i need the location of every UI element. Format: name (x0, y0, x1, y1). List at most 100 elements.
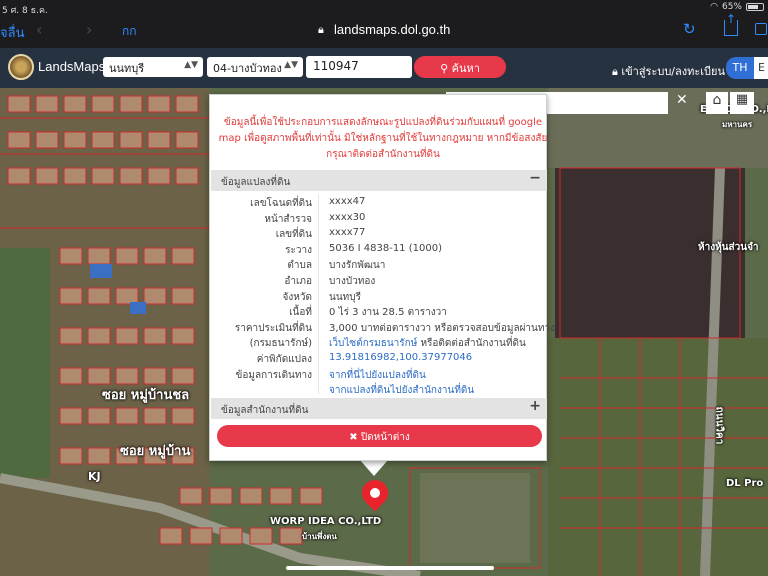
info-row: ระวาง 5036 I 4838-11 (1000) (211, 241, 547, 257)
info-label: เนื้อที่ (289, 307, 312, 319)
info-link[interactable]: จากแปลงที่ดินไปยังสำนักงานที่ดิน (329, 385, 474, 396)
grid-icon[interactable]: ▦ (730, 92, 754, 114)
info-row: ข้อมูลการเดินทาง จากที่นี่ไปยังแปลงที่ดิน (211, 366, 547, 382)
info-value: 13.91816982,100.37977046 (329, 350, 472, 363)
search-button[interactable]: ⚲ ค้นหา (414, 56, 506, 78)
battery-percent: 65% (721, 2, 742, 12)
info-row: ราคาประเมินที่ดิน 3,000 บาทต่อตารางวา หรื… (211, 319, 555, 335)
info-value: xxxx77 (329, 227, 366, 239)
parcel-info-title: ข้อมูลแปลงที่ดิน (221, 177, 291, 188)
collapse-icon[interactable]: − (529, 170, 541, 186)
info-label: ตำบล (287, 260, 312, 272)
reader-button[interactable]: กก (122, 22, 137, 41)
info-row: จากแปลงที่ดินไปยังสำนักงานที่ดิน (211, 381, 547, 397)
info-row: ตำบล บางรักพัฒนา (211, 256, 547, 272)
info-value: เว็บไซต์กรมธนารักษ์ หรือติดต่อสำนักงานที… (329, 334, 526, 351)
info-suffix: หรือติดต่อสำนักงานที่ดิน (417, 338, 526, 350)
map-label-worp-sub: บ้านพึ่งตน (302, 532, 337, 541)
info-row: อำเภอ บางบัวทอง (211, 272, 547, 288)
map-label-shop: ห้างหุ้นส่วนจำ (698, 242, 759, 253)
info-label: จังหวัด (282, 291, 312, 303)
info-row: เลขโฉนดที่ดิน xxxx47 (211, 194, 547, 210)
info-value: xxxx30 (329, 211, 366, 223)
info-label: หน้าสำรวจ (264, 213, 312, 225)
battery-icon (746, 3, 764, 11)
info-label: เลขโฉนดที่ดิน (250, 198, 312, 209)
close-popup-button[interactable]: ✖ ปิดหน้าต่าง (217, 425, 542, 447)
map-label-road: ถนนวิคา (713, 406, 725, 445)
land-office-title: ข้อมูลสำนักงานที่ดิน (221, 405, 309, 416)
info-link[interactable]: 13.91816982,100.37977046 (329, 352, 472, 363)
info-row: เลขที่ดิน xxxx77 (211, 225, 547, 241)
status-indicators: ◠ 65% (710, 2, 764, 12)
map-label-tech-sub: มหานคร (722, 120, 753, 129)
info-link[interactable]: เว็บไซต์กรมธนารักษ์ (329, 338, 417, 349)
info-label: อำเภอ (284, 275, 312, 287)
info-link[interactable]: จากที่นี่ไปยังแปลงที่ดิน (329, 370, 426, 381)
forward-arrow-icon[interactable]: › (86, 20, 92, 39)
info-label: (กรมธนารักษ์) (249, 338, 312, 350)
map-label-dl: DL Pro (726, 478, 764, 489)
expand-icon[interactable]: + (529, 398, 541, 414)
map-label-soi2: ซอย หมู่บ้าน (120, 444, 191, 459)
lang-th-button[interactable]: TH (726, 57, 754, 79)
wifi-icon: ◠ (710, 2, 718, 12)
info-value: บางบัวทอง (329, 275, 376, 287)
reload-icon[interactable]: ↻ (683, 20, 696, 38)
app-header: LandsMaps นนทบุรี ▲▼ 04-บางบัวทอง ▲▼ 110… (0, 48, 768, 88)
popup-caret (360, 460, 388, 476)
dol-logo (8, 54, 34, 80)
lang-en-button[interactable]: E (754, 57, 768, 79)
back-to-app-link[interactable]: จลื่น (0, 22, 24, 43)
map-label-kj: KJ (88, 470, 101, 483)
parcel-info-popup: ข้อมูลนี้เพื่อใช้ประกอบการแสดงลักษณะรูปแ… (209, 94, 555, 461)
parcel-number-input[interactable]: 110947 (306, 56, 412, 78)
status-time: 5 ศ. 8 ธ.ค. (2, 6, 48, 16)
info-row: จังหวัด นนทบุรี (211, 288, 547, 304)
home-indicator (286, 566, 494, 570)
search-button-label: ค้นหา (451, 62, 480, 75)
info-label: ราคาประเมินที่ดิน (234, 322, 312, 334)
lock-icon: 🔒︎ (318, 23, 324, 36)
info-label: เลขที่ดิน (275, 229, 312, 241)
login-link[interactable]: 🔒︎ เข้าสู่ระบบ/ลงทะเบียน (612, 62, 725, 80)
close-icon[interactable]: ✕ (676, 92, 688, 108)
info-row: เนื้อที่ 0 ไร่ 3 งาน 28.5 ตารางวา (211, 303, 547, 319)
disclaimer-text: ข้อมูลนี้เพื่อใช้ประกอบการแสดงลักษณะรูปแ… (218, 117, 548, 160)
screen: 5 ศ. 8 ธ.ค. ◠ 65% จลื่น ‹ › กก 🔒︎ landsm… (0, 0, 768, 576)
info-value: xxxx47 (329, 196, 366, 207)
app-name: LandsMaps (38, 59, 106, 74)
land-office-header[interactable]: ข้อมูลสำนักงานที่ดิน + (211, 398, 547, 419)
map-label-worp: WORP IDEA CO.,LTD (270, 516, 382, 527)
info-value: นนทบุรี (329, 291, 361, 303)
info-value: บางรักพัฒนา (329, 260, 386, 272)
url-bar[interactable]: landsmaps.dol.go.th (334, 22, 450, 37)
lock-icon: 🔒︎ (612, 65, 622, 78)
share-icon[interactable] (724, 12, 738, 36)
select-chevron-icon: ▲▼ (184, 60, 198, 70)
info-label: ข้อมูลการเดินทาง (235, 369, 312, 381)
district-value: 04-บางบัวทอง (213, 62, 282, 75)
info-row: (กรมธนารักษ์) เว็บไซต์กรมธนารักษ์ หรือติด… (211, 334, 547, 350)
info-row: หน้าสำรวจ xxxx30 (211, 210, 547, 226)
search-icon: ⚲ (440, 62, 452, 75)
tabs-icon[interactable] (755, 23, 767, 35)
browser-chrome: 5 ศ. 8 ธ.ค. ◠ 65% จลื่น ‹ › กก 🔒︎ landsm… (0, 0, 768, 48)
info-label (211, 381, 312, 383)
info-label: ค่าพิกัดแปลง (256, 353, 312, 365)
province-select[interactable]: นนทบุรี ▲▼ (103, 57, 203, 77)
parcel-info-header[interactable]: ข้อมูลแปลงที่ดิน − (211, 170, 547, 191)
info-row: ค่าพิกัดแปลง 13.91816982,100.37977046 (211, 350, 547, 366)
back-arrow-icon[interactable]: ‹ (36, 20, 42, 39)
info-value: จากแปลงที่ดินไปยังสำนักงานที่ดิน (329, 381, 474, 398)
info-value: 3,000 บาทต่อตารางวา หรือตรวจสอบข้อมูลผ่า… (329, 322, 555, 334)
info-label: ระวาง (285, 244, 312, 256)
parcel-info-table: เลขโฉนดที่ดิน xxxx47 หน้าสำรวจ xxxx30 เลขที่… (211, 194, 555, 397)
map-label-soi1: ซอย หมู่บ้านชล (102, 388, 190, 403)
select-chevron-icon: ▲▼ (284, 60, 298, 70)
province-value: นนทบุรี (109, 62, 145, 75)
district-select[interactable]: 04-บางบัวทอง ▲▼ (207, 57, 303, 77)
info-value: จากที่นี่ไปยังแปลงที่ดิน (329, 366, 426, 383)
home-icon[interactable]: ⌂ (706, 92, 728, 114)
info-value: 0 ไร่ 3 งาน 28.5 ตารางวา (329, 307, 447, 319)
